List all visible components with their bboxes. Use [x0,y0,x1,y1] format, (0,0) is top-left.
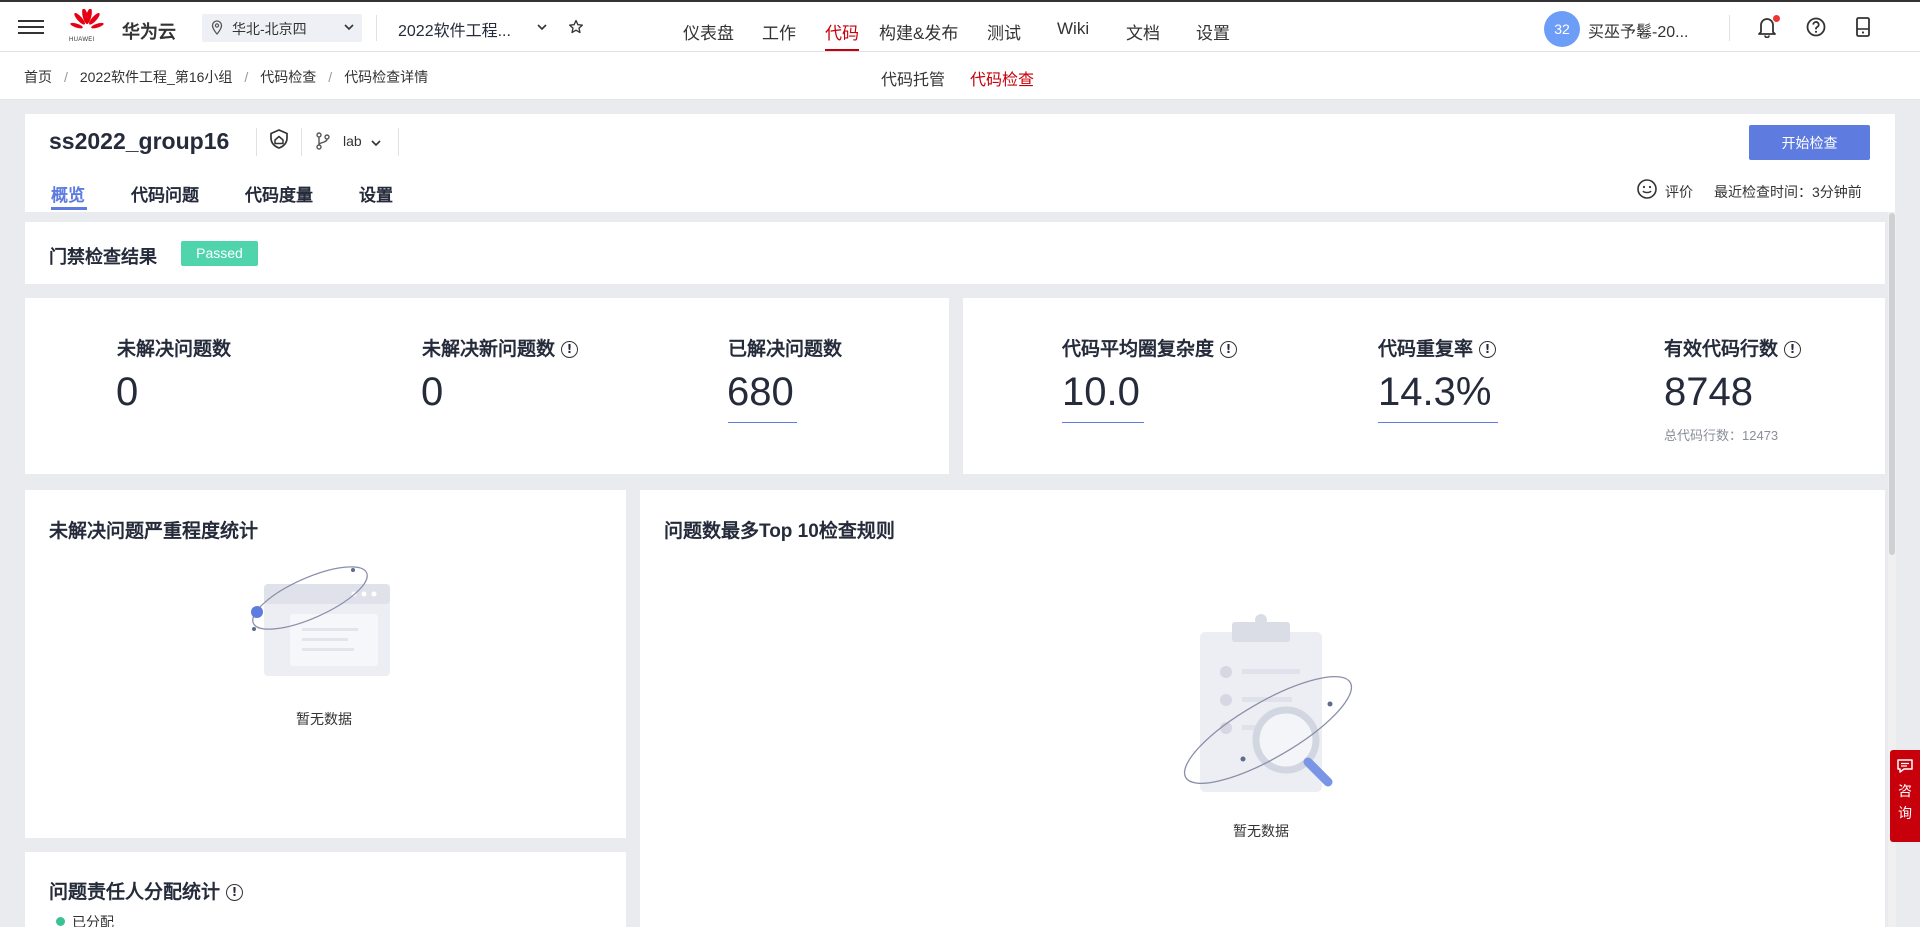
star-icon[interactable] [568,19,584,35]
metric-lines-text: 有效代码行数 [1664,339,1779,360]
breadcrumb-project[interactable]: 2022软件工程_第16小组 [80,69,233,85]
legend-assigned[interactable]: 已分配 [72,912,114,927]
consult-label-1: 咨 [1898,783,1912,799]
top-rules-panel-title: 问题数最多Top 10检查规则 [664,521,895,542]
breadcrumb: 首页/2022软件工程_第16小组 / 代码检查 / 代码检查详情 [24,69,429,85]
metric-link-underline [728,422,797,423]
breadcrumb-code-check[interactable]: 代码检查 [260,69,316,85]
metric-unresolved-new-label: 未解决新问题数! [422,334,579,361]
notification-dot [1773,15,1780,22]
info-icon[interactable]: ! [561,341,579,358]
start-check-button[interactable]: 开始检查 [1749,125,1870,160]
subtab-code-hosting[interactable]: 代码托管 [881,66,945,90]
tab-settings[interactable]: 设置 [359,181,393,206]
assignee-panel-title: 问题责任人分配统计! [49,877,244,904]
last-check-time: 最近检查时间：3分钟前 [1714,184,1862,200]
avatar[interactable]: 32 [1544,11,1580,47]
info-icon[interactable]: ! [1220,341,1238,358]
git-branch-icon [316,132,330,150]
info-icon[interactable]: ! [1479,341,1497,358]
nav-wiki[interactable]: Wiki [1057,19,1089,39]
shield-icon[interactable] [268,128,290,150]
metric-unresolved-label: 未解决问题数 [117,339,232,360]
total-lines-text: 总代码行数：12473 [1664,428,1779,443]
divider [1729,15,1730,41]
metric-resolved-value[interactable]: 680 [727,370,794,415]
chevron-down-icon [344,24,354,31]
empty-data-icon [1183,614,1353,792]
menu-icon[interactable] [18,16,44,38]
metric-duplication-label: 代码重复率! [1378,334,1497,361]
divider [256,128,257,156]
active-nav-indicator [825,49,859,51]
empty-data-icon [251,566,390,676]
nav-test[interactable]: 测试 [987,19,1021,44]
metric-link-underline [1378,422,1498,423]
region-label: 华北-北京四 [232,21,307,37]
breadcrumb-home[interactable]: 首页 [24,69,52,85]
info-icon[interactable]: ! [1784,341,1802,358]
metric-lines-label: 有效代码行数! [1664,334,1802,361]
branch-selector[interactable]: lab [343,133,362,149]
issues-metrics-card [25,298,949,474]
nav-dashboard[interactable]: 仪表盘 [683,19,734,44]
consult-label-2: 询 [1898,805,1912,821]
breadcrumb-current: 代码检查详情 [344,69,429,85]
breadcrumb-bar: 首页/2022软件工程_第16小组 / 代码检查 / 代码检查详情 代码托管 代码检查 [0,52,1920,100]
legend-dot [56,917,65,926]
divider [398,128,399,156]
repo-name: ss2022_group16 [49,128,230,154]
metric-unresolved-new-text: 未解决新问题数 [422,339,556,360]
nav-settings[interactable]: 设置 [1196,19,1230,44]
status-badge: Passed [181,241,258,266]
metric-duplication-value[interactable]: 14.3% [1378,370,1491,415]
gate-check-title: 门禁检查结果 [49,247,157,267]
tab-overview[interactable]: 概览 [51,181,85,206]
metric-lines-value: 8748 [1664,370,1753,414]
chevron-down-icon[interactable] [537,22,547,32]
username[interactable]: 买巫予鬈-20... [1588,18,1708,42]
divider [301,128,302,156]
gate-check-card [25,222,1885,284]
tab-code-metrics[interactable]: 代码度量 [245,181,313,206]
active-tab-indicator [51,207,87,210]
chevron-down-icon[interactable] [371,139,381,147]
divider [376,15,377,41]
region-selector[interactable]: 华北-北京四 [202,14,362,42]
metric-duplication-text: 代码重复率 [1378,339,1474,360]
location-pin-icon [211,20,223,35]
nav-docs[interactable]: 文档 [1126,19,1160,44]
metric-complexity-text: 代码平均圈复杂度 [1062,339,1215,360]
consult-button[interactable]: 咨 询 [1890,750,1920,842]
mobile-device-icon[interactable] [1855,17,1871,37]
metric-unresolved-new-value: 0 [421,370,444,414]
severity-panel-title: 未解决问题严重程度统计 [49,521,259,542]
chat-icon [1897,759,1913,773]
metric-complexity-value[interactable]: 10.0 [1062,370,1140,415]
empty-data-text: 暂无数据 [296,711,352,727]
nav-code[interactable]: 代码 [825,19,859,44]
metric-complexity-label: 代码平均圈复杂度! [1062,334,1238,361]
tab-code-issues[interactable]: 代码问题 [131,181,199,206]
logo-wordmark: HUAWEI [69,37,95,43]
assignee-title-text: 问题责任人分配统计 [49,882,221,903]
rate-link[interactable]: 评价 [1665,182,1693,202]
metric-resolved-label: 已解决问题数 [728,339,843,360]
scrollbar-thumb[interactable] [1889,213,1895,555]
nav-work[interactable]: 工作 [762,19,796,44]
nav-build-release[interactable]: 构建&发布 [879,19,958,44]
brand-name[interactable]: 华为云 [122,18,176,44]
metric-link-underline [1062,422,1144,423]
project-selector[interactable]: 2022软件工程... [398,17,511,41]
metric-unresolved-value: 0 [116,370,139,414]
top-navbar: HUAWEI 华为云 华北-北京四 2022软件工程... 仪表盘 工作 代码 … [0,0,1920,52]
help-icon[interactable] [1806,17,1826,37]
smile-icon[interactable] [1636,178,1658,200]
subtab-code-check[interactable]: 代码检查 [970,66,1034,90]
empty-data-text: 暂无数据 [1233,823,1289,839]
info-icon[interactable]: ! [226,884,244,901]
